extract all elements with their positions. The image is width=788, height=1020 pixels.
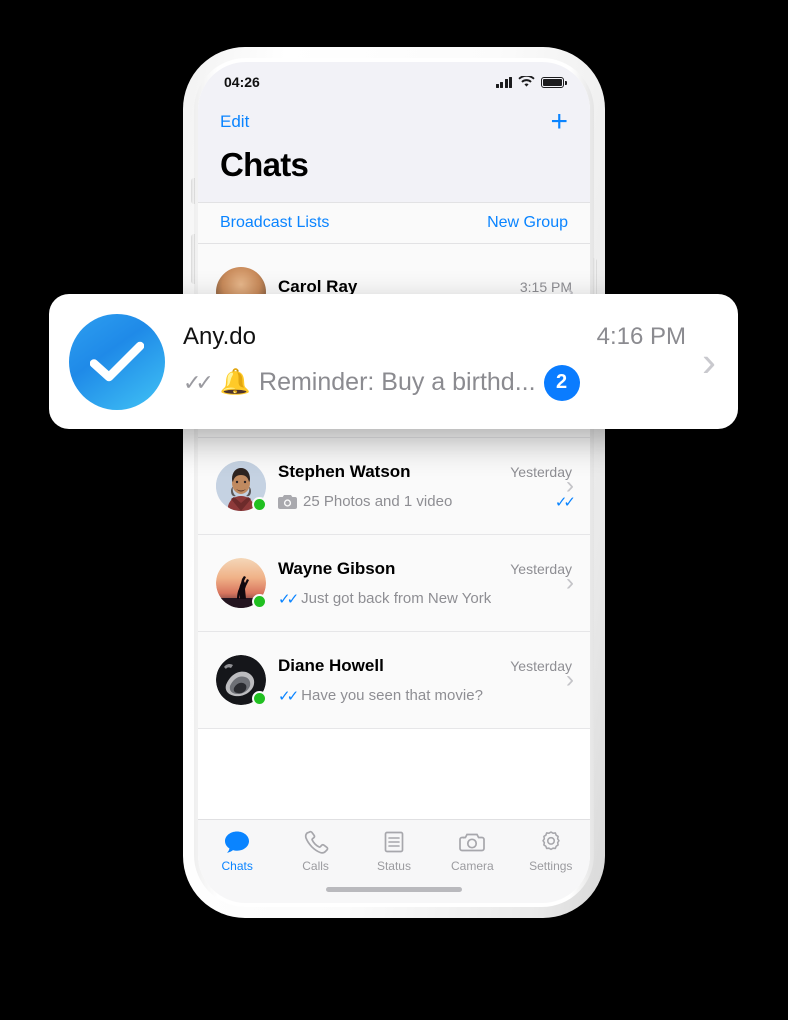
notification-banner[interactable]: Any.do 4:16 PM ✓✓ 🔔 Reminder: Buy a birt… — [49, 294, 738, 429]
page-title: Chats — [220, 146, 309, 183]
tab-calls[interactable]: Calls — [279, 830, 353, 873]
edit-button[interactable]: Edit — [220, 112, 249, 132]
home-indicator[interactable] — [326, 887, 462, 892]
presence-dot-online — [252, 497, 267, 512]
silent-switch-button[interactable] — [191, 178, 195, 204]
chat-row-bottom: ✓✓ Have you seen that movie? — [278, 687, 572, 705]
list-header-links: Broadcast Lists New Group — [198, 202, 590, 244]
broadcast-lists-link[interactable]: Broadcast Lists — [220, 214, 329, 232]
battery-full-icon — [541, 76, 567, 88]
chat-timestamp: Yesterday — [510, 463, 572, 480]
chevron-right-icon[interactable]: › — [566, 666, 574, 694]
phone-icon — [304, 830, 328, 854]
anydo-checkmark-icon — [69, 313, 165, 410]
chat-row-bottom: 25 Photos and 1 video ✓✓ — [278, 493, 576, 511]
double-check-blue-icon: ✓✓ — [278, 590, 299, 608]
phone-screen: 04:26 Edit + Chats Broadcast Lists New G… — [198, 62, 590, 903]
tab-label: Camera — [451, 859, 494, 873]
chat-row-top: Diane Howell Yesterday — [278, 656, 572, 676]
avatar-stephen-watson — [216, 461, 267, 512]
presence-dot-online — [252, 594, 267, 609]
volume-up-button[interactable] — [191, 234, 195, 284]
contact-name: Diane Howell — [278, 655, 384, 675]
avatar-wayne-gibson — [216, 558, 267, 609]
tab-bar: Chats Calls Status Camera Settings — [198, 819, 590, 903]
chat-preview: Have you seen that movie? — [301, 687, 483, 704]
cellular-bars-icon — [495, 76, 512, 88]
notification-timestamp: 4:16 PM — [596, 322, 686, 350]
new-group-link[interactable]: New Group — [487, 214, 568, 232]
chat-list-item-stephen-watson[interactable]: Stephen Watson Yesterday 25 Photos and 1… — [198, 438, 590, 535]
bell-emoji-icon: 🔔 — [219, 368, 252, 396]
double-check-blue-icon: ✓✓ — [278, 687, 299, 705]
tab-label: Calls — [302, 859, 329, 873]
contact-name: Stephen Watson — [278, 461, 411, 481]
chevron-right-icon[interactable]: › — [702, 340, 716, 383]
double-check-gray-icon: ✓✓ — [183, 369, 214, 395]
tab-status[interactable]: Status — [357, 830, 431, 873]
chat-list-item-diane-howell[interactable]: Diane Howell Yesterday ✓✓ Have you seen … — [198, 632, 590, 729]
iphone-device-frame: 04:26 Edit + Chats Broadcast Lists New G… — [183, 47, 605, 918]
notification-unread-badge: 2 — [543, 364, 580, 401]
wifi-icon — [518, 76, 535, 87]
chat-row-body: Stephen Watson Yesterday 25 Photos and 1… — [278, 462, 576, 511]
gear-icon — [542, 831, 560, 851]
notification-message-row: ✓✓ 🔔 Reminder: Buy a birthd... 2 — [183, 364, 686, 401]
camera-icon — [459, 833, 486, 852]
status-bar: 04:26 — [198, 62, 590, 102]
chat-row-body: Wayne Gibson Yesterday ✓✓ Just got back … — [278, 559, 572, 608]
chevron-right-icon[interactable]: › — [566, 569, 574, 597]
chat-row-top: Stephen Watson Yesterday — [278, 462, 572, 482]
chevron-right-icon[interactable]: › — [566, 472, 574, 500]
navigation-bar: Edit + Chats — [198, 102, 590, 202]
status-bar-indicators — [495, 76, 567, 88]
tab-camera[interactable]: Camera — [435, 830, 509, 873]
camera-icon — [278, 494, 297, 509]
notification-message: Reminder: Buy a birthd... — [259, 368, 536, 396]
screenshot-stage: 04:26 Edit + Chats Broadcast Lists New G… — [0, 0, 788, 1020]
notification-header: Any.do 4:16 PM — [183, 323, 686, 351]
tab-label: Settings — [529, 859, 573, 873]
presence-dot-online — [252, 691, 267, 706]
tab-chats[interactable]: Chats — [200, 830, 274, 873]
notification-app-name: Any.do — [183, 322, 256, 350]
chat-timestamp: Yesterday — [510, 560, 572, 577]
tab-settings[interactable]: Settings — [514, 830, 588, 873]
chat-timestamp: Yesterday — [510, 657, 572, 674]
avatar-diane-howell — [216, 655, 267, 706]
notification-body: Any.do 4:16 PM ✓✓ 🔔 Reminder: Buy a birt… — [183, 323, 686, 401]
status-bar-time: 04:26 — [224, 74, 260, 90]
chat-timestamp: 3:15 PM — [519, 278, 572, 295]
chat-preview: 25 Photos and 1 video — [303, 493, 453, 510]
chat-list-item-wayne-gibson[interactable]: Wayne Gibson Yesterday ✓✓ Just got back … — [198, 535, 590, 632]
chat-row-top: Wayne Gibson Yesterday — [278, 559, 572, 579]
document-icon — [384, 831, 404, 853]
tab-label: Chats — [221, 859, 253, 873]
chat-row-body: Diane Howell Yesterday ✓✓ Have you seen … — [278, 656, 572, 705]
contact-name: Wayne Gibson — [278, 558, 396, 578]
chat-bubble-icon — [225, 831, 250, 853]
chat-preview: Just got back from New York — [301, 590, 492, 607]
navigation-bar-row: Edit + — [220, 102, 568, 142]
plus-icon[interactable]: + — [550, 107, 568, 137]
chat-row-bottom: ✓✓ Just got back from New York — [278, 590, 572, 608]
tab-label: Status — [376, 859, 411, 873]
phone-bezel: 04:26 Edit + Chats Broadcast Lists New G… — [191, 58, 597, 907]
